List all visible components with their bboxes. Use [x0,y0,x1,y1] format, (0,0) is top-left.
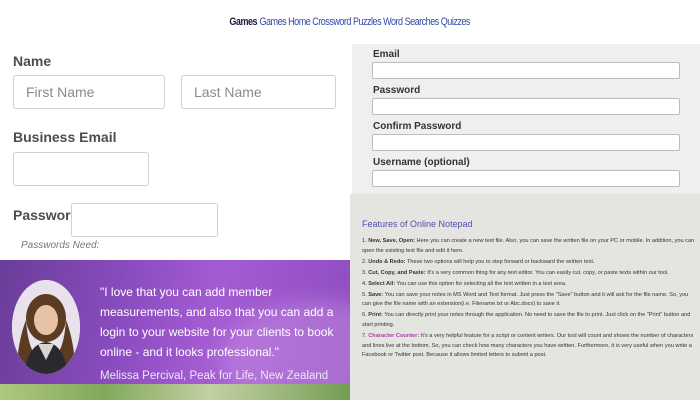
testimonial-banner: "I love that you can add member measurem… [0,260,350,400]
nav-links: Games Games Home Crossword Puzzles Word S… [230,16,471,28]
feature-term: Cut, Copy, and Paste: [368,269,426,276]
email-input[interactable] [372,62,680,79]
feature-term: Print: [368,312,383,319]
nav-link-games[interactable]: Games [260,16,287,28]
name-label: Name [13,53,52,69]
nav-brand[interactable]: Games [230,16,258,28]
feature-term: New, Save, Open: [368,238,415,244]
first-name-input[interactable] [13,75,165,109]
confirm-password-label: Confirm Password [373,121,462,132]
nav-link-crossword-puzzles[interactable]: Crossword Puzzles [313,16,382,28]
feature-text: You can directly print your notes throug… [362,312,691,328]
account-password-label: Password [373,85,421,96]
username-label: Username (optional) [373,157,470,168]
password-input[interactable] [71,203,218,237]
list-item: 6. Print: You can directly print your no… [362,312,691,328]
list-item: 7. Character Counter: It's a very helpfu… [362,333,694,359]
list-item: 4. Select All: You can use this option f… [362,280,567,287]
feature-text: It's a very common thing for any text ed… [427,269,669,276]
account-form: Email Password Confirm Password Username… [352,44,700,194]
business-email-label: Business Email [13,129,117,145]
grass-strip [0,384,350,400]
feature-term: Undo & Redo: [368,258,406,265]
nav-link-home[interactable]: Home [288,16,311,28]
business-email-input[interactable] [13,152,149,186]
testimonial-quote: "I love that you can add member measurem… [100,285,334,359]
notepad-features-panel: Features of Online Notepad 1. New, Save,… [350,194,700,400]
nav-link-word-searches[interactable]: Word Searches [383,16,439,28]
feature-term: Character Counter: [368,333,420,340]
feature-text: You can save your notes in MS Word and T… [362,291,689,308]
last-name-input[interactable] [181,75,336,109]
list-item: 3. Cut, Copy, and Paste: It's a very com… [362,269,669,276]
username-input[interactable] [372,170,680,187]
feature-text: You can use this option for selecting al… [396,280,567,287]
top-nav: Games Games Home Crossword Puzzles Word S… [0,0,700,44]
list-item: 5. Save: You can save your notes in MS W… [362,291,689,308]
avatar [12,280,80,374]
passwords-need-label: Passwords Need: [21,240,100,251]
list-item: 1. New, Save, Open: Here you can create … [362,238,695,254]
nav-link-quizzes[interactable]: Quizzes [441,16,471,28]
password-label: Password [13,207,80,223]
feature-text: These two options will help you to step … [406,258,595,265]
feature-term: Select All: [368,280,396,287]
email-label: Email [373,49,400,60]
features-list: 1. New, Save, Open: Here you can create … [362,237,695,362]
feature-term: Save: [368,291,384,298]
signup-form: Name Business Email Password Passwords N… [0,44,350,260]
account-password-input[interactable] [372,98,680,115]
confirm-password-input[interactable] [372,134,680,151]
notepad-title: Features of Online Notepad [362,219,473,229]
testimonial-author: Melissa Percival, Peak for Life, New Zea… [100,370,329,382]
list-item: 2. Undo & Redo: These two options will h… [362,258,595,265]
